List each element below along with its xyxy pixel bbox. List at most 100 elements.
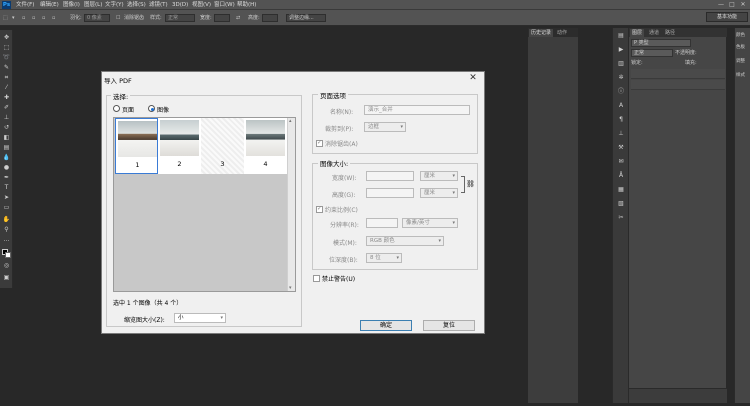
styles-panel-button[interactable]: 样式: [736, 72, 750, 80]
zoom-tool-icon[interactable]: ⚲: [2, 226, 11, 234]
properties-panel-icon[interactable]: ▥: [616, 60, 626, 68]
layer-row[interactable]: [631, 80, 725, 90]
more-tools-icon[interactable]: …: [2, 236, 11, 244]
antialias-checkbox[interactable]: ☐: [116, 13, 120, 23]
menu-view[interactable]: 视图(V): [192, 1, 211, 9]
eraser-tool-icon[interactable]: ◧: [2, 134, 11, 142]
timeline-panel-icon[interactable]: ▦: [616, 186, 626, 194]
tab-history[interactable]: 历史记录: [529, 29, 554, 37]
move-tool-icon[interactable]: ✥: [2, 34, 11, 42]
minimize-icon[interactable]: —: [716, 1, 726, 9]
tab-channels[interactable]: 通道: [647, 29, 661, 37]
quick-select-icon[interactable]: ✎: [2, 64, 11, 72]
height-unit-select[interactable]: 厘米 ▾: [420, 188, 458, 198]
scroll-up-icon[interactable]: ▴: [289, 118, 292, 124]
suppress-warnings-checkbox[interactable]: [313, 275, 320, 282]
menu-type[interactable]: 文字(Y): [105, 1, 124, 9]
menu-filter[interactable]: 滤镜(T): [149, 1, 168, 9]
menu-layer[interactable]: 图层(L): [84, 1, 102, 9]
type-tool-icon[interactable]: T: [2, 184, 11, 192]
character-panel-icon[interactable]: A: [616, 102, 626, 110]
menu-window[interactable]: 窗口(W): [214, 1, 235, 9]
layer-row[interactable]: [631, 69, 725, 79]
height-field[interactable]: [366, 188, 414, 198]
bit-depth-select[interactable]: 8 位 ▾: [366, 253, 402, 263]
actions-panel-icon[interactable]: ▶: [616, 46, 626, 54]
close-window-icon[interactable]: ✕: [738, 1, 748, 9]
ok-button[interactable]: 确定: [360, 320, 412, 331]
lasso-tool-icon[interactable]: ➰: [2, 54, 11, 62]
thumbnail-4[interactable]: 4: [244, 118, 287, 174]
dodge-tool-icon[interactable]: ●: [2, 164, 11, 172]
gradient-tool-icon[interactable]: ▤: [2, 144, 11, 152]
width-input[interactable]: [214, 14, 230, 22]
clone-stamp-icon[interactable]: ⊥: [2, 114, 11, 122]
swatches-panel-button[interactable]: 色板: [736, 44, 750, 52]
color-panel-button[interactable]: 颜色: [736, 32, 750, 40]
height-input[interactable]: [262, 14, 278, 22]
tab-layers[interactable]: 图层: [630, 29, 645, 37]
tab-paths[interactable]: 路径: [663, 29, 677, 37]
marquee-tool-icon[interactable]: ⬚: [2, 44, 11, 52]
menu-image[interactable]: 图像(I): [63, 1, 80, 9]
constrain-proportions-checkbox[interactable]: [316, 205, 323, 213]
antialias-dialog-checkbox[interactable]: [316, 139, 323, 147]
menu-edit[interactable]: 编辑(E): [40, 1, 59, 9]
reset-button[interactable]: 复位: [423, 320, 475, 331]
brush-tool-icon[interactable]: ✐: [2, 104, 11, 112]
eyedropper-icon[interactable]: ⁄: [2, 84, 11, 92]
quick-mask-icon[interactable]: ◎: [2, 262, 11, 270]
layer-kind-filter[interactable]: P 类型: [631, 39, 691, 47]
thumbnail-2[interactable]: 2: [158, 118, 201, 174]
info-panel-icon[interactable]: ⓘ: [616, 88, 626, 96]
menu-help[interactable]: 帮助(H): [237, 1, 256, 9]
adjustments-panel-button[interactable]: 调整: [736, 58, 750, 66]
pen-tool-icon[interactable]: ✒: [2, 174, 11, 182]
menu-file[interactable]: 文件(F): [16, 1, 34, 9]
notes-panel-icon[interactable]: ✉: [616, 158, 626, 166]
width-unit-select[interactable]: 厘米 ▾: [420, 171, 458, 181]
history-brush-icon[interactable]: ↺: [2, 124, 11, 132]
tool-presets-icon[interactable]: ⚒: [616, 144, 626, 152]
history-panel-icon[interactable]: ▤: [616, 32, 626, 40]
path-select-icon[interactable]: ➤: [2, 194, 11, 202]
scroll-down-icon[interactable]: ▾: [289, 285, 292, 291]
3d-panel-icon[interactable]: ✂: [616, 214, 626, 222]
clone-source-icon[interactable]: ⊥: [616, 130, 626, 138]
new-selection-icon[interactable]: ▫: [22, 13, 25, 23]
images-radio[interactable]: [148, 105, 155, 112]
width-field[interactable]: [366, 171, 414, 181]
menu-select[interactable]: 选择(S): [127, 1, 146, 9]
hand-tool-icon[interactable]: ✋: [2, 216, 11, 224]
healing-brush-icon[interactable]: ✚: [2, 94, 11, 102]
blur-tool-icon[interactable]: 💧: [2, 154, 11, 162]
paragraph-panel-icon[interactable]: ¶: [616, 116, 626, 124]
intersect-selection-icon[interactable]: ▫: [52, 13, 55, 23]
glyphs-panel-icon[interactable]: Å: [616, 172, 626, 180]
feather-input[interactable]: 0 像素: [84, 14, 110, 22]
marquee-tool-icon[interactable]: ⬚: [3, 13, 8, 23]
menu-3d[interactable]: 3D(D): [172, 1, 188, 9]
thumbnail-scrollbar[interactable]: ▴ ▾: [287, 118, 295, 291]
crop-tool-icon[interactable]: ⌗: [2, 74, 11, 82]
refine-edge-button[interactable]: 调整边缘...: [286, 14, 326, 22]
blend-mode-select[interactable]: 正常: [631, 49, 673, 57]
close-icon[interactable]: ✕: [468, 73, 478, 83]
thumbnail-3[interactable]: 3: [201, 118, 244, 174]
name-field[interactable]: 演示_合并: [364, 105, 470, 115]
maximize-icon[interactable]: □: [727, 1, 737, 9]
resolution-unit-select[interactable]: 像素/英寸 ▾: [402, 218, 458, 228]
swap-icon[interactable]: ⇄: [236, 13, 240, 23]
resolution-field[interactable]: [366, 218, 398, 228]
thumb-size-select[interactable]: 小 ▾: [174, 313, 226, 323]
mode-select[interactable]: RGB 颜色 ▾: [366, 236, 444, 246]
tab-actions[interactable]: 动作: [555, 29, 569, 37]
brush-panel-icon[interactable]: ✲: [616, 74, 626, 82]
add-selection-icon[interactable]: ▫: [32, 13, 35, 23]
layer-comps-icon[interactable]: ▧: [616, 200, 626, 208]
rectangle-tool-icon[interactable]: ▭: [2, 204, 11, 212]
background-color-swatch[interactable]: [5, 252, 11, 258]
pages-radio[interactable]: [113, 105, 120, 112]
crop-to-select[interactable]: 边框 ▾: [364, 122, 406, 132]
workspace-select[interactable]: 基本功能: [706, 12, 748, 22]
